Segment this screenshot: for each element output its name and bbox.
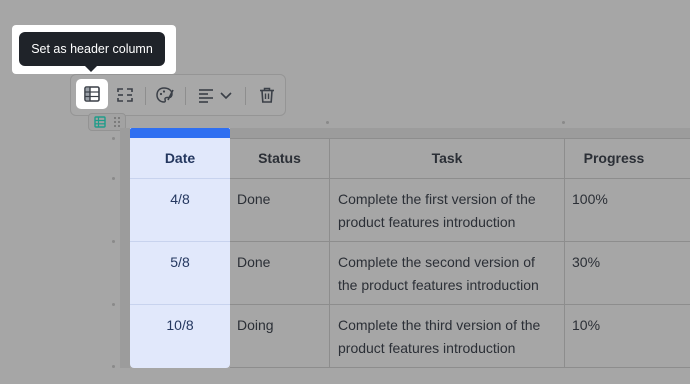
tooltip-frame: Set as header column (12, 25, 176, 74)
palette-icon (156, 87, 174, 103)
row-insert-dot[interactable] (112, 240, 115, 243)
grid-line (230, 367, 690, 368)
chevron-down-icon (220, 92, 232, 100)
tooltip-arrow (85, 66, 97, 72)
delete-table-button[interactable] (253, 81, 281, 109)
table-cell-progress[interactable]: 30% (572, 251, 600, 274)
table-cell-progress[interactable]: 100% (572, 188, 608, 211)
toolbar-divider (145, 87, 146, 105)
column-insert-dot[interactable] (562, 121, 565, 124)
align-dropdown-button[interactable] (193, 81, 237, 109)
table-cell-task-line[interactable]: Complete the third version of the (338, 314, 540, 337)
grid-line (130, 241, 230, 242)
align-left-icon (199, 89, 213, 103)
row-insert-dot[interactable] (112, 303, 115, 306)
table-cell-task-line[interactable]: Complete the first version of the (338, 188, 536, 211)
header-cell-task[interactable]: Task (330, 147, 564, 170)
toolbar-divider (245, 87, 246, 105)
grid-line (230, 241, 690, 242)
grid-line (329, 138, 330, 368)
grid-line (564, 138, 565, 368)
header-cell-date[interactable]: Date (130, 147, 230, 170)
table-icon (94, 116, 106, 128)
grid-line (230, 178, 690, 179)
drag-handle-icon (114, 117, 120, 127)
table-header-column-icon (84, 86, 100, 102)
tooltip: Set as header column (19, 32, 165, 66)
set-header-column-button[interactable] (76, 79, 108, 109)
row-insert-dot[interactable] (112, 137, 115, 140)
table-cell-status[interactable]: Done (237, 251, 270, 274)
table-cell-status[interactable]: Done (237, 188, 270, 211)
table-cell-progress[interactable]: 10% (572, 314, 600, 337)
table-cell-task-line[interactable]: product features introduction (338, 211, 515, 234)
merge-cells-button[interactable] (111, 81, 139, 109)
row-insert-dot[interactable] (112, 177, 115, 180)
trash-icon (260, 87, 274, 103)
grid-line (130, 178, 230, 179)
selected-column-handle[interactable] (130, 128, 230, 138)
table-cell-date[interactable]: 4/8 (130, 188, 230, 211)
header-cell-progress[interactable]: Progress (565, 147, 663, 170)
grid-line (230, 304, 690, 305)
table-cell-date[interactable]: 5/8 (130, 251, 230, 274)
table-cell-status[interactable]: Doing (237, 314, 274, 337)
column-insert-dot[interactable] (326, 121, 329, 124)
merge-cells-icon (117, 88, 133, 102)
row-selector-bar[interactable] (120, 138, 130, 368)
table-cell-task-line[interactable]: the product features introduction (338, 274, 539, 297)
table-toolbar (70, 74, 286, 116)
cell-color-button[interactable] (151, 81, 179, 109)
grid-line (230, 138, 690, 139)
tooltip-text: Set as header column (31, 42, 153, 56)
table-cell-date[interactable]: 10/8 (130, 314, 230, 337)
row-insert-dot[interactable] (112, 365, 115, 368)
grid-line (130, 304, 230, 305)
header-cell-status[interactable]: Status (230, 147, 329, 170)
table-cell-task-line[interactable]: product features introduction (338, 337, 515, 360)
toolbar-divider (185, 87, 186, 105)
table-cell-task-line[interactable]: Complete the second version of (338, 251, 535, 274)
